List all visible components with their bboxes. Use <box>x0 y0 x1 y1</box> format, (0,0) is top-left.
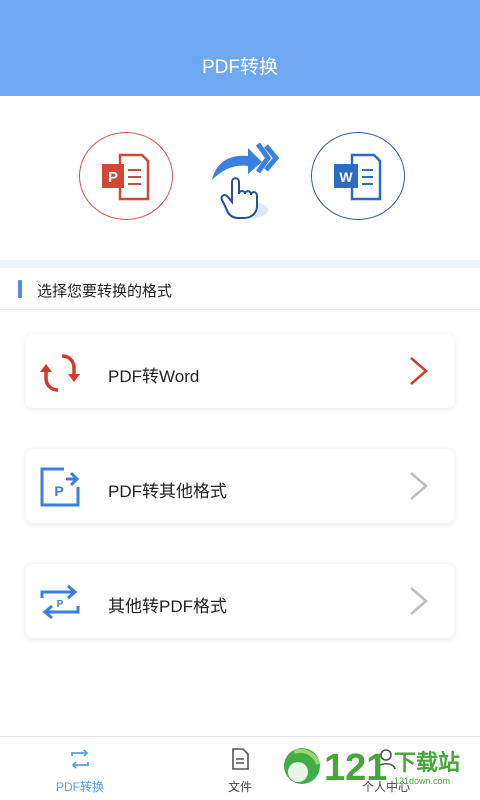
option-other-to-pdf[interactable]: P 其他转PDF格式 <box>26 564 454 638</box>
file-icon <box>228 747 252 771</box>
section-title: 选择您要转换的格式 <box>37 283 173 300</box>
pdf-export-icon: P <box>38 465 82 509</box>
section-accent-bar <box>18 280 22 298</box>
word-circle: W <box>311 132 405 220</box>
svg-text:P: P <box>54 483 63 499</box>
pdf-swap-icon: P <box>38 580 82 624</box>
tab-pdf-convert[interactable]: PDF转换 <box>20 737 140 800</box>
site-watermark: 121 下载站 121down.com <box>282 742 472 790</box>
watermark-text: 下载站 <box>394 750 460 776</box>
app-header: PDF转换 <box>0 0 480 96</box>
tab-label: PDF转换 <box>55 780 104 794</box>
section-header: 选择您要转换的格式 <box>0 268 480 310</box>
refresh-icon <box>38 350 82 394</box>
powerpoint-icon: P <box>102 153 150 201</box>
option-label: PDF转其他格式 <box>108 482 227 501</box>
section-divider <box>0 260 480 268</box>
watermark-number: 121 <box>324 747 387 789</box>
svg-text:P: P <box>57 599 64 610</box>
option-label: 其他转PDF格式 <box>108 597 227 616</box>
option-pdf-to-word[interactable]: PDF转Word <box>26 334 454 408</box>
option-pdf-to-other[interactable]: P PDF转其他格式 <box>26 449 454 523</box>
chevron-right-icon <box>406 586 432 616</box>
tap-arrow-icon <box>204 140 280 224</box>
option-label: PDF转Word <box>108 367 200 386</box>
chevron-right-icon <box>406 356 432 386</box>
word-icon: W <box>334 153 382 201</box>
watermark-site: 121down.com <box>394 776 450 786</box>
powerpoint-circle: P <box>79 132 173 220</box>
word-letter: W <box>339 169 353 185</box>
convert-icon <box>68 747 92 771</box>
chevron-right-icon <box>406 471 432 501</box>
page-title: PDF转换 <box>201 57 278 78</box>
ppt-letter: P <box>108 169 118 186</box>
